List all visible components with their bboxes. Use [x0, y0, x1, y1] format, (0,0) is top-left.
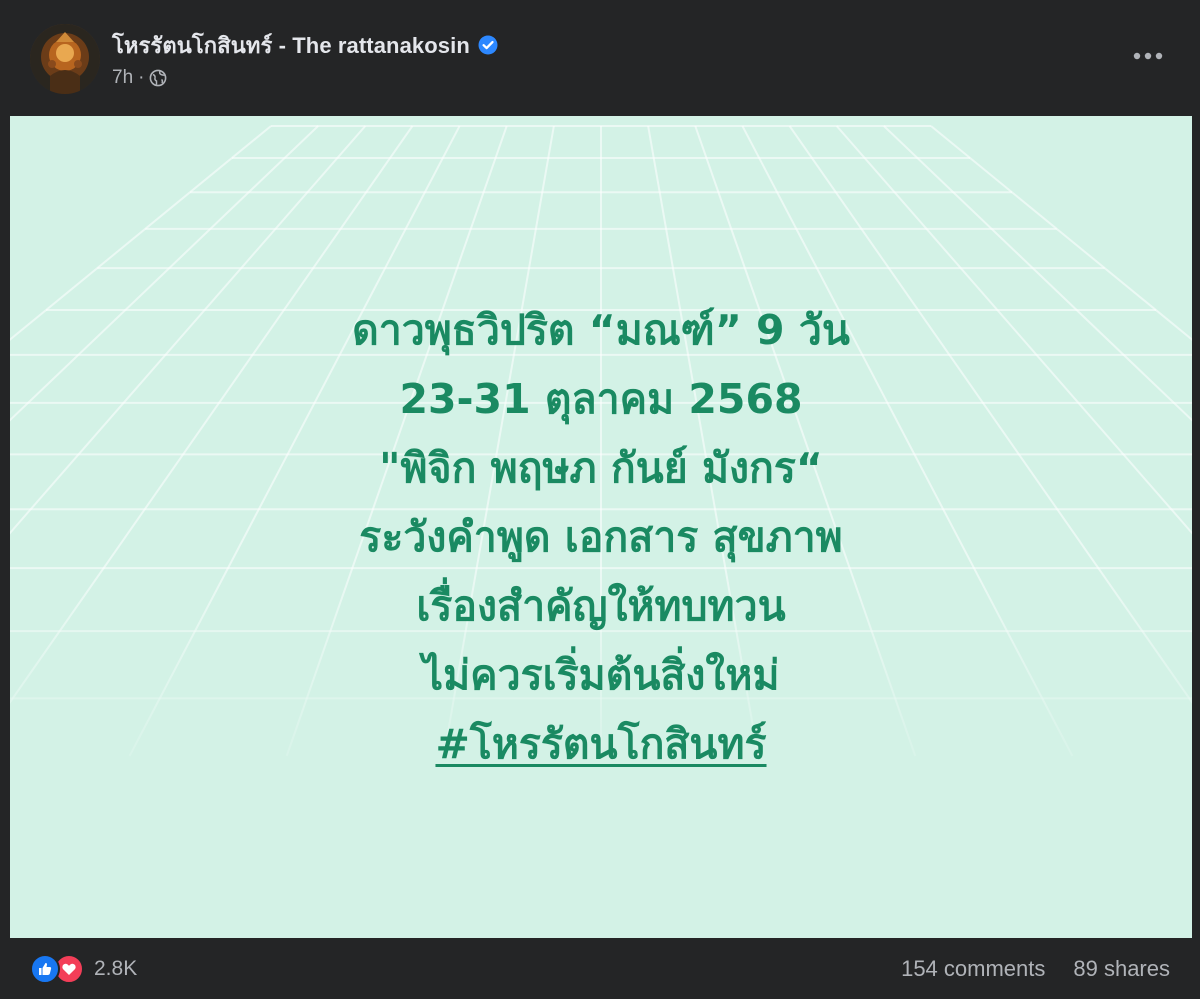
meta-separator: ·	[138, 67, 145, 88]
engagement-stats: 154 comments 89 shares	[901, 956, 1170, 982]
post-timestamp[interactable]: 7h	[112, 67, 133, 89]
hashtag-link[interactable]: #โหรรัตนโกสินทร์	[435, 720, 766, 768]
facebook-post: โหรรัตนโกสินทร์ - The rattanakosin 7h ·	[0, 0, 1200, 999]
like-icon	[30, 954, 60, 984]
quote-line: ดาวพุธวิปริต “มณฑ์” 9 วัน	[352, 306, 850, 354]
quote-line: "พิจิก พฤษภ กันย์ มังกร“	[379, 444, 823, 492]
quote-text-block: ดาวพุธวิปริต “มณฑ์” 9 วัน 23-31 ตุลาคม 2…	[10, 296, 1192, 779]
page-avatar[interactable]	[30, 24, 100, 94]
reactions-summary[interactable]: 2.8K	[30, 954, 137, 984]
reaction-count[interactable]: 2.8K	[94, 957, 137, 981]
more-options-button[interactable]	[1126, 38, 1170, 74]
post-header: โหรรัตนโกสินทร์ - The rattanakosin 7h ·	[0, 0, 1200, 116]
shares-count[interactable]: 89 shares	[1073, 956, 1170, 982]
more-options-icon	[1133, 52, 1163, 60]
quote-line: ไม่ควรเริ่มต้นสิ่งใหม่	[422, 651, 780, 699]
post-image[interactable]: ดาวพุธวิปริต “มณฑ์” 9 วัน 23-31 ตุลาคม 2…	[10, 116, 1192, 938]
quote-line: เรื่องสำคัญให้ทบทวน	[416, 582, 786, 630]
post-meta: 7h ·	[112, 66, 167, 90]
hashtag-line: #โหรรัตนโกสินทร์	[10, 710, 1192, 779]
comments-count[interactable]: 154 comments	[901, 956, 1045, 982]
page-name-link[interactable]: โหรรัตนโกสินทร์ - The rattanakosin	[112, 28, 470, 63]
quote-line: ระวังคำพูด เอกสาร สุขภาพ	[359, 513, 843, 561]
verified-badge-icon	[478, 35, 498, 55]
globe-icon[interactable]	[149, 69, 167, 87]
page-name-row: โหรรัตนโกสินทร์ - The rattanakosin	[112, 30, 498, 60]
post-footer: 2.8K 154 comments 89 shares	[0, 938, 1200, 999]
quote-line: 23-31 ตุลาคม 2568	[399, 375, 803, 423]
avatar-image	[30, 24, 100, 94]
